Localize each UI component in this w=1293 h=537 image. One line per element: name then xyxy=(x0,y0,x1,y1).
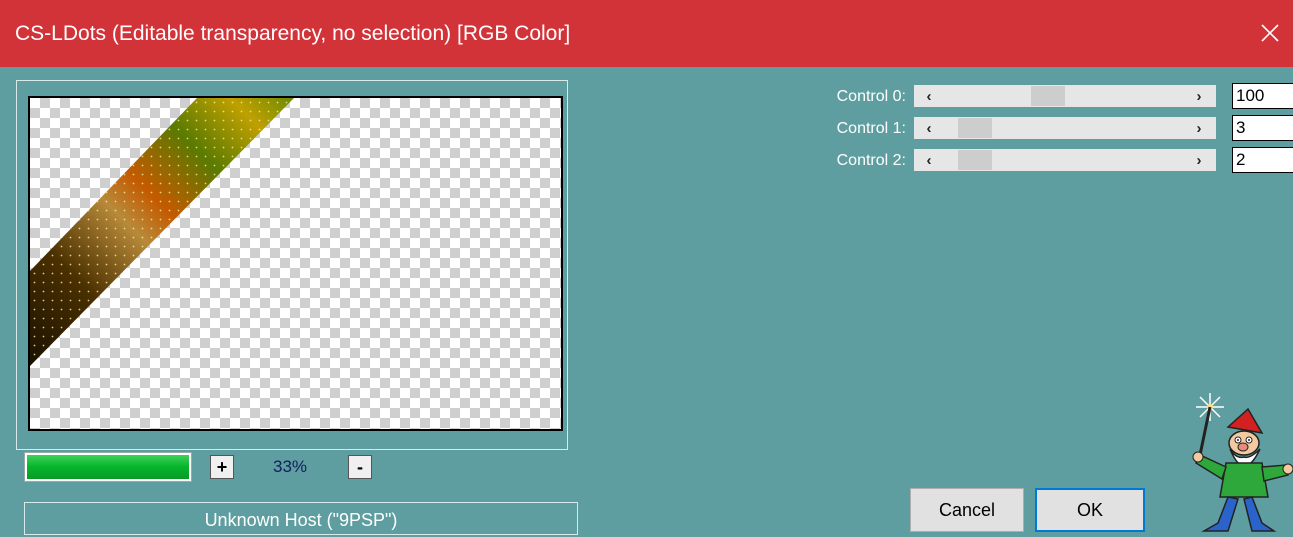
control-2-label: Control 2: xyxy=(836,152,906,169)
close-icon xyxy=(1261,24,1279,42)
chevron-right-icon[interactable]: › xyxy=(1188,85,1210,107)
chevron-right-icon[interactable]: › xyxy=(1188,117,1210,139)
control-2-slider[interactable]: ‹ › xyxy=(914,149,1216,171)
control-1-label: Control 1: xyxy=(836,120,906,137)
control-0-slider[interactable]: ‹ › xyxy=(914,85,1216,107)
window-title: CS-LDots (Editable transparency, no sele… xyxy=(15,22,571,45)
control-1-thumb[interactable] xyxy=(957,118,992,138)
host-label: Unknown Host ("9PSP") xyxy=(24,502,578,535)
progress-fill xyxy=(27,455,189,479)
ok-button[interactable]: OK xyxy=(1035,488,1145,532)
zoom-level: 33% xyxy=(272,457,308,476)
control-0-thumb[interactable] xyxy=(1031,86,1066,106)
progress-bar xyxy=(24,452,192,482)
control-0-label: Control 0: xyxy=(836,88,906,105)
title-bar: CS-LDots (Editable transparency, no sele… xyxy=(0,0,1293,67)
preview-canvas[interactable] xyxy=(28,96,563,431)
chevron-left-icon[interactable]: ‹ xyxy=(918,149,940,171)
cancel-button[interactable]: Cancel xyxy=(910,488,1024,532)
control-0-input[interactable]: 100 xyxy=(1232,83,1293,109)
control-2-thumb[interactable] xyxy=(957,150,992,170)
control-1-input[interactable]: 3 xyxy=(1232,115,1293,141)
chevron-left-icon[interactable]: ‹ xyxy=(918,117,940,139)
control-2-input[interactable]: 2 xyxy=(1232,147,1293,173)
chevron-left-icon[interactable]: ‹ xyxy=(918,85,940,107)
preview-image xyxy=(30,98,294,366)
control-1-slider[interactable]: ‹ › xyxy=(914,117,1216,139)
gnome-wizard-icon xyxy=(1192,393,1293,532)
chevron-right-icon[interactable]: › xyxy=(1188,149,1210,171)
zoom-in-button[interactable]: + xyxy=(210,455,234,479)
zoom-out-button[interactable]: - xyxy=(348,455,372,479)
close-button[interactable] xyxy=(1247,10,1293,56)
